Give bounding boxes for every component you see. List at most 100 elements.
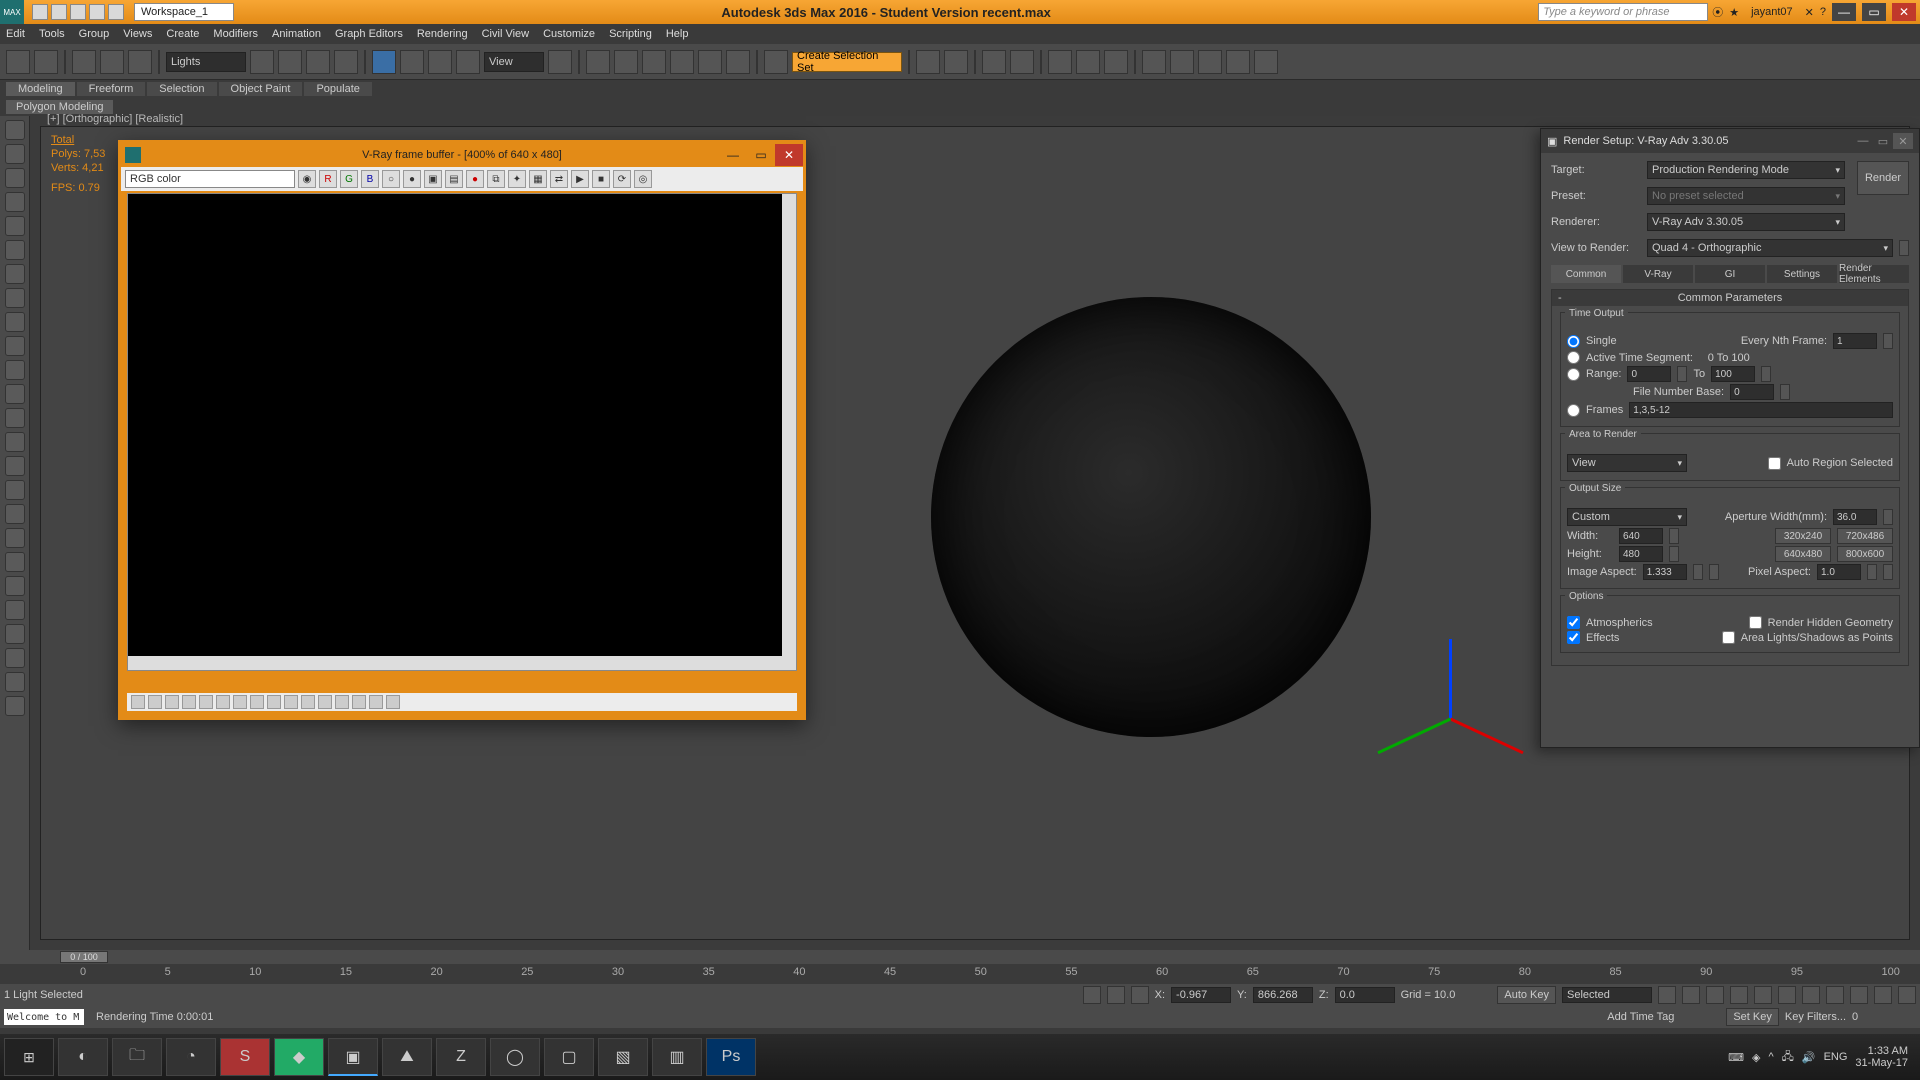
taskbar-app-photos[interactable]: ▢	[544, 1038, 594, 1076]
select-manipulate-button[interactable]	[586, 50, 610, 74]
viewport-label[interactable]: [+] [Orthographic] [Realistic]	[47, 113, 183, 125]
vfb-levels-button[interactable]	[165, 695, 179, 709]
height-input[interactable]: 480	[1619, 546, 1663, 562]
preset-combo[interactable]: No preset selected	[1647, 187, 1845, 205]
offset-mode-button[interactable]	[1131, 986, 1149, 1004]
maxscript-listener[interactable]: Welcome to M	[4, 1009, 84, 1025]
render-in-cloud-button[interactable]	[1254, 50, 1278, 74]
vfb-scrollbar-horizontal[interactable]	[128, 656, 796, 670]
ribbon-tab-modeling[interactable]: Modeling	[6, 82, 75, 96]
help-search-input[interactable]: Type a keyword or phrase	[1538, 3, 1708, 21]
taskbar-app-speedtree[interactable]: ◆	[274, 1038, 324, 1076]
transform-z-input[interactable]: 0.0	[1335, 987, 1395, 1003]
help-icon[interactable]: ?	[1820, 6, 1826, 18]
absolute-mode-button[interactable]	[1107, 986, 1125, 1004]
prev-frame-button[interactable]	[1682, 986, 1700, 1004]
selection-filter-combo[interactable]: Lights	[166, 52, 246, 72]
select-and-move-button[interactable]	[372, 50, 396, 74]
tool-icon[interactable]	[5, 360, 25, 380]
render-setup-minimize-button[interactable]: —	[1853, 133, 1873, 149]
edit-named-sel-button[interactable]	[764, 50, 788, 74]
vfb-track-mouse-button[interactable]: ✦	[508, 170, 526, 188]
transform-y-input[interactable]: 866.268	[1253, 987, 1313, 1003]
tab-gi[interactable]: GI	[1695, 265, 1765, 283]
tool-icon[interactable]	[5, 168, 25, 188]
key-mode-button[interactable]	[1778, 986, 1796, 1004]
tab-vray[interactable]: V-Ray	[1623, 265, 1693, 283]
menu-tools[interactable]: Tools	[39, 28, 65, 40]
vfb-stop-button[interactable]: ■	[592, 170, 610, 188]
output-preset-combo[interactable]: Custom	[1567, 508, 1687, 526]
mirror-button[interactable]	[916, 50, 940, 74]
render-setup-close-button[interactable]: ✕	[1893, 133, 1913, 149]
qat-undo-icon[interactable]	[89, 4, 105, 20]
vfb-mono-button[interactable]: ●	[403, 170, 421, 188]
add-time-tag[interactable]: Add Time Tag	[1607, 1011, 1674, 1023]
vfb-close-button[interactable]: ✕	[775, 144, 803, 166]
layer-explorer-button[interactable]	[982, 50, 1006, 74]
tool-icon[interactable]	[5, 120, 25, 140]
select-object-button[interactable]	[250, 50, 274, 74]
vfb-history-button[interactable]: ⟳	[613, 170, 631, 188]
ribbon-tab-populate[interactable]: Populate	[304, 82, 371, 96]
select-and-place-button[interactable]	[456, 50, 480, 74]
system-tray[interactable]: ⌨ ◈ ^ 🖧 🔊 ENG 1:33 AM31-May-17	[1728, 1045, 1916, 1069]
tool-icon[interactable]	[5, 504, 25, 524]
material-editor-button[interactable]	[1104, 50, 1128, 74]
nav-maximize-button[interactable]	[1898, 986, 1916, 1004]
menu-animation[interactable]: Animation	[272, 28, 321, 40]
vfb-hsat-button[interactable]	[369, 695, 383, 709]
vray-frame-buffer-window[interactable]: V-Ray frame buffer - [400% of 640 x 480]…	[118, 140, 806, 720]
tool-icon[interactable]	[5, 552, 25, 572]
menu-help[interactable]: Help	[666, 28, 689, 40]
vfb-wb-button[interactable]	[352, 695, 366, 709]
area-lights-points-checkbox[interactable]	[1722, 631, 1735, 644]
tool-icon[interactable]	[5, 600, 25, 620]
transform-gizmo[interactable]	[1389, 599, 1509, 719]
qat-save-icon[interactable]	[70, 4, 86, 20]
vfb-rgb-button[interactable]: ◉	[298, 170, 316, 188]
render-hidden-checkbox[interactable]	[1749, 616, 1762, 629]
timeline-ruler[interactable]: 0510152025303540455055606570758085909510…	[0, 964, 1920, 984]
tool-icon[interactable]	[5, 216, 25, 236]
select-by-name-button[interactable]	[278, 50, 302, 74]
undo-button[interactable]	[6, 50, 30, 74]
vfb-icc-button[interactable]	[284, 695, 298, 709]
goto-start-button[interactable]	[1658, 986, 1676, 1004]
tool-icon[interactable]	[5, 264, 25, 284]
range-start-input[interactable]: 0	[1627, 366, 1671, 382]
time-slider-knob[interactable]: 0 / 100	[60, 951, 108, 963]
menu-group[interactable]: Group	[79, 28, 110, 40]
tab-settings[interactable]: Settings	[1767, 265, 1837, 283]
vfb-render-button[interactable]: ▶	[571, 170, 589, 188]
render-button[interactable]: Render	[1857, 161, 1909, 195]
tab-render-elements[interactable]: Render Elements	[1839, 265, 1909, 283]
menu-create[interactable]: Create	[166, 28, 199, 40]
width-input[interactable]: 640	[1619, 528, 1663, 544]
menu-civil-view[interactable]: Civil View	[482, 28, 529, 40]
exchange-icon[interactable]: ✕	[1805, 6, 1814, 19]
set-key-button[interactable]: Set Key	[1726, 1008, 1779, 1026]
snap-toggle-button[interactable]	[642, 50, 666, 74]
vfb-green-button[interactable]: G	[340, 170, 358, 188]
vfb-copy-button[interactable]: ⧉	[487, 170, 505, 188]
taskbar-app-chrome[interactable]: ◯	[490, 1038, 540, 1076]
schematic-view-button[interactable]	[1076, 50, 1100, 74]
tool-icon[interactable]	[5, 336, 25, 356]
taskbar-app-photoshop[interactable]: Ps	[706, 1038, 756, 1076]
common-params-header[interactable]: Common Parameters	[1678, 292, 1783, 304]
vfb-bg-button[interactable]	[301, 695, 315, 709]
vfb-color-corrections-button[interactable]	[131, 695, 145, 709]
every-nth-input[interactable]: 1	[1833, 333, 1877, 349]
render-setup-button[interactable]	[1142, 50, 1166, 74]
tray-keyboard-icon[interactable]: ⌨	[1728, 1051, 1744, 1064]
app-logo[interactable]: MAX	[0, 0, 24, 24]
goto-end-button[interactable]	[1754, 986, 1772, 1004]
select-and-rotate-button[interactable]	[400, 50, 424, 74]
curve-editor-button[interactable]	[1048, 50, 1072, 74]
taskbar-app-substance[interactable]: S	[220, 1038, 270, 1076]
image-aspect-input[interactable]: 1.333	[1643, 564, 1687, 580]
frames-input[interactable]: 1,3,5-12	[1629, 402, 1893, 418]
workspace-selector[interactable]: Workspace_1	[134, 3, 234, 21]
taskbar-app-3dsmax[interactable]: ▣	[328, 1038, 378, 1076]
